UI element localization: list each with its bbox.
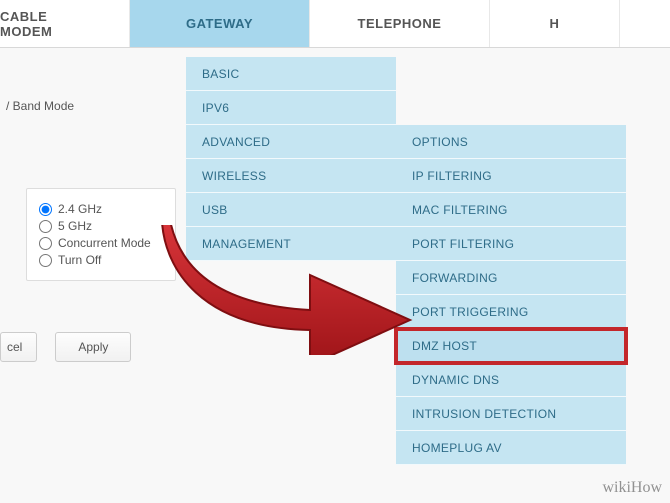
menu-homeplug-av[interactable]: HOMEPLUG AV xyxy=(396,431,626,465)
tab-partial[interactable]: H xyxy=(490,0,620,47)
radio-5ghz[interactable]: 5 GHz xyxy=(39,219,163,233)
menu-basic[interactable]: BASIC xyxy=(186,57,396,91)
tab-cable-modem[interactable]: CABLE MODEM xyxy=(0,0,130,47)
menu-ipv6[interactable]: IPV6 xyxy=(186,91,396,125)
menu-port-triggering[interactable]: PORT TRIGGERING xyxy=(396,295,626,329)
radio-label: 5 GHz xyxy=(58,219,92,233)
menu-dmz-host[interactable]: DMZ HOST xyxy=(396,329,626,363)
radio-input[interactable] xyxy=(39,237,52,250)
radio-input[interactable] xyxy=(39,254,52,267)
radio-label: 2.4 GHz xyxy=(58,202,102,216)
tab-gateway[interactable]: GATEWAY xyxy=(130,0,310,47)
watermark-prefix: wiki xyxy=(602,479,630,496)
radio-concurrent[interactable]: Concurrent Mode xyxy=(39,236,163,250)
band-mode-panel: 2.4 GHz 5 GHz Concurrent Mode Turn Off xyxy=(26,188,176,281)
radio-input[interactable] xyxy=(39,220,52,233)
gateway-submenu: BASIC IPV6 ADVANCED WIRELESS USB MANAGEM… xyxy=(186,57,396,261)
menu-port-filtering[interactable]: PORT FILTERING xyxy=(396,227,626,261)
radio-label: Concurrent Mode xyxy=(58,236,151,250)
tab-telephone[interactable]: TELEPHONE xyxy=(310,0,490,47)
menu-management[interactable]: MANAGEMENT xyxy=(186,227,396,261)
menu-options[interactable]: OPTIONS xyxy=(396,125,626,159)
cancel-button[interactable]: cel xyxy=(0,332,37,362)
menu-ip-filtering[interactable]: IP FILTERING xyxy=(396,159,626,193)
menu-mac-filtering[interactable]: MAC FILTERING xyxy=(396,193,626,227)
breadcrumb: / Band Mode xyxy=(0,95,80,117)
menu-forwarding[interactable]: FORWARDING xyxy=(396,261,626,295)
advanced-submenu: OPTIONS IP FILTERING MAC FILTERING PORT … xyxy=(396,125,626,465)
watermark: wikiHow xyxy=(602,479,662,497)
radio-turnoff[interactable]: Turn Off xyxy=(39,253,163,267)
menu-dynamic-dns[interactable]: DYNAMIC DNS xyxy=(396,363,626,397)
button-row: cel Apply xyxy=(0,332,131,362)
menu-usb[interactable]: USB xyxy=(186,193,396,227)
radio-input[interactable] xyxy=(39,203,52,216)
menu-wireless[interactable]: WIRELESS xyxy=(186,159,396,193)
radio-2-4ghz[interactable]: 2.4 GHz xyxy=(39,202,163,216)
apply-button[interactable]: Apply xyxy=(55,332,131,362)
menu-intrusion-detection[interactable]: INTRUSION DETECTION xyxy=(396,397,626,431)
menu-advanced[interactable]: ADVANCED xyxy=(186,125,396,159)
radio-label: Turn Off xyxy=(58,253,101,267)
watermark-suffix: How xyxy=(631,479,662,496)
top-nav: CABLE MODEM GATEWAY TELEPHONE H xyxy=(0,0,670,48)
